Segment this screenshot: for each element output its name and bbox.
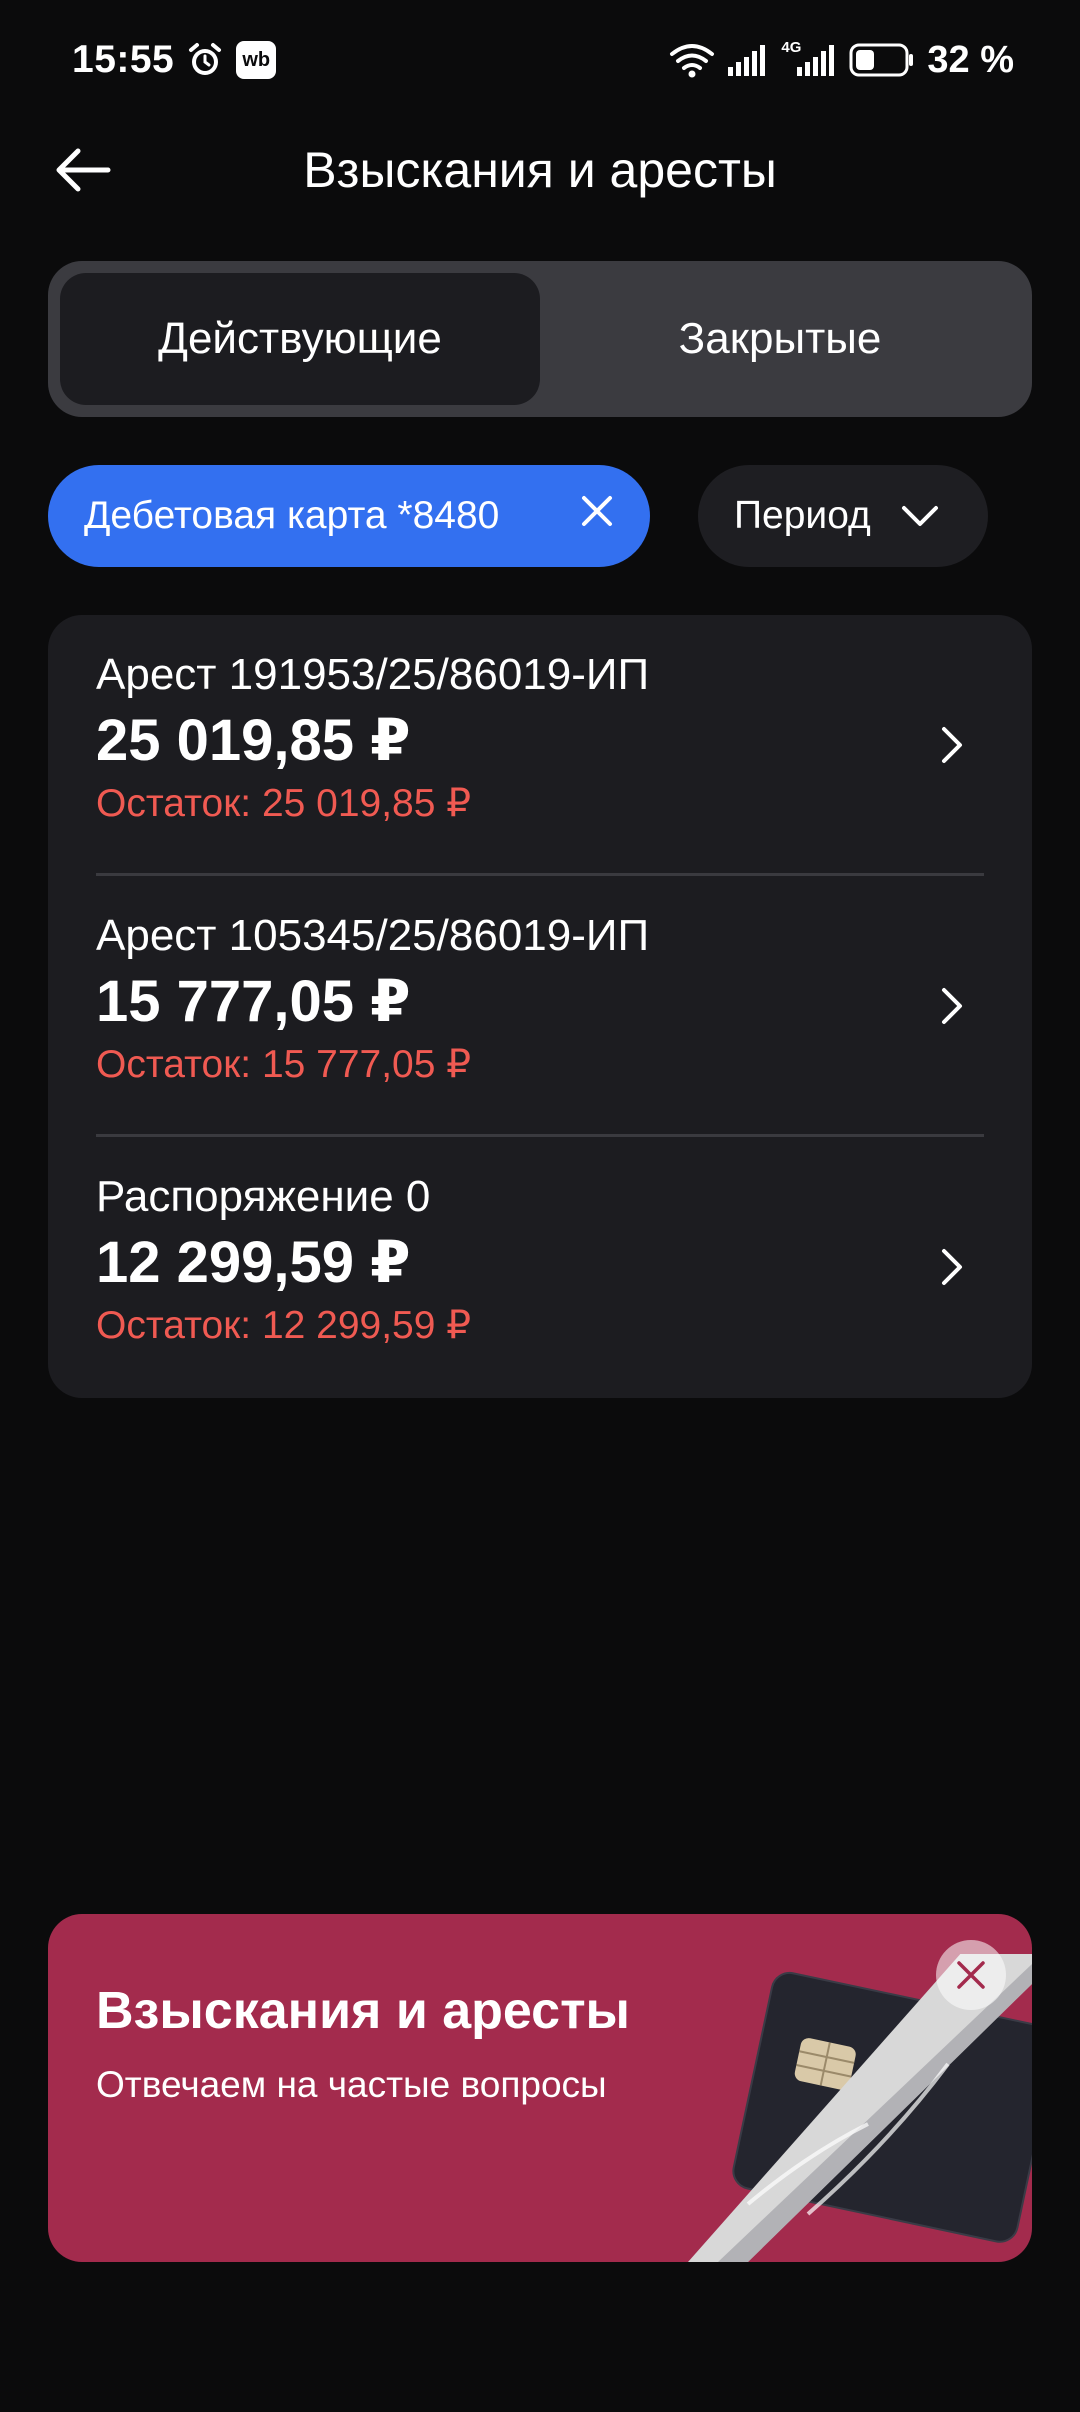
status-bar: 15:55 wb 4G 32 % <box>0 0 1080 120</box>
tab-closed[interactable]: Закрытые <box>540 273 1020 405</box>
item-remainder: Остаток: 15 777,05 ₽ <box>96 1043 472 1086</box>
list-item[interactable]: Распоряжение 0 12 299,59 ₽ Остаток: 12 2… <box>48 1137 1032 1398</box>
wifi-icon <box>669 42 715 78</box>
period-filter-chip[interactable]: Период <box>698 465 988 567</box>
signal-icon <box>727 43 769 77</box>
card-filter-label: Дебетовая карта *8480 <box>84 494 500 537</box>
enforcement-list: Арест 191953/25/86019-ИП 25 019,85 ₽ Ост… <box>48 615 1032 1398</box>
tab-active[interactable]: Действующие <box>60 273 540 405</box>
network-type-label: 4G <box>781 39 802 56</box>
promo-close-button[interactable] <box>936 1940 1006 2010</box>
status-bar-left: 15:55 wb <box>72 38 277 82</box>
close-icon <box>957 1961 985 1989</box>
item-amount: 12 299,59 ₽ <box>96 1230 411 1295</box>
screen: 15:55 wb 4G 32 % Взыскания и аресты Дейс… <box>0 0 1080 2412</box>
status-bar-right: 4G 32 % <box>669 39 1014 82</box>
status-tabs: Действующие Закрытые <box>48 261 1032 417</box>
alarm-icon <box>186 41 224 79</box>
item-title: Распоряжение 0 <box>96 1172 431 1221</box>
item-title: Арест 191953/25/86019-ИП <box>96 650 650 699</box>
card-filter-chip[interactable]: Дебетовая карта *8480 <box>48 465 650 567</box>
status-time: 15:55 <box>72 38 175 81</box>
item-remainder: Остаток: 25 019,85 ₽ <box>96 782 472 825</box>
top-app-bar: Взыскания и аресты <box>0 120 1080 220</box>
chevron-right-icon <box>932 715 972 775</box>
item-remainder: Остаток: 12 299,59 ₽ <box>96 1304 472 1347</box>
period-filter-label: Период <box>734 494 871 537</box>
chevron-right-icon <box>932 976 972 1036</box>
list-item[interactable]: Арест 191953/25/86019-ИП 25 019,85 ₽ Ост… <box>48 615 1032 876</box>
close-icon[interactable] <box>580 494 614 538</box>
battery-percent: 32 % <box>927 38 1014 81</box>
chevron-right-icon <box>932 1237 972 1297</box>
item-amount: 25 019,85 ₽ <box>96 708 411 773</box>
wb-app-icon: wb <box>236 41 277 79</box>
battery-icon <box>849 42 915 78</box>
promo-subtitle: Отвечаем на частые вопросы <box>96 2064 607 2105</box>
page-title: Взыскания и аресты <box>303 142 777 198</box>
promo-title: Взыскания и аресты <box>96 1982 630 2040</box>
item-title: Арест 105345/25/86019-ИП <box>96 911 650 960</box>
list-item[interactable]: Арест 105345/25/86019-ИП 15 777,05 ₽ Ост… <box>48 876 1032 1137</box>
signal-4g-icon: 4G <box>781 39 837 77</box>
item-amount: 15 777,05 ₽ <box>96 969 411 1034</box>
chevron-down-icon <box>901 494 939 538</box>
faq-promo-banner[interactable]: Взыскания и аресты Отвечаем на частые во… <box>48 1914 1032 2262</box>
